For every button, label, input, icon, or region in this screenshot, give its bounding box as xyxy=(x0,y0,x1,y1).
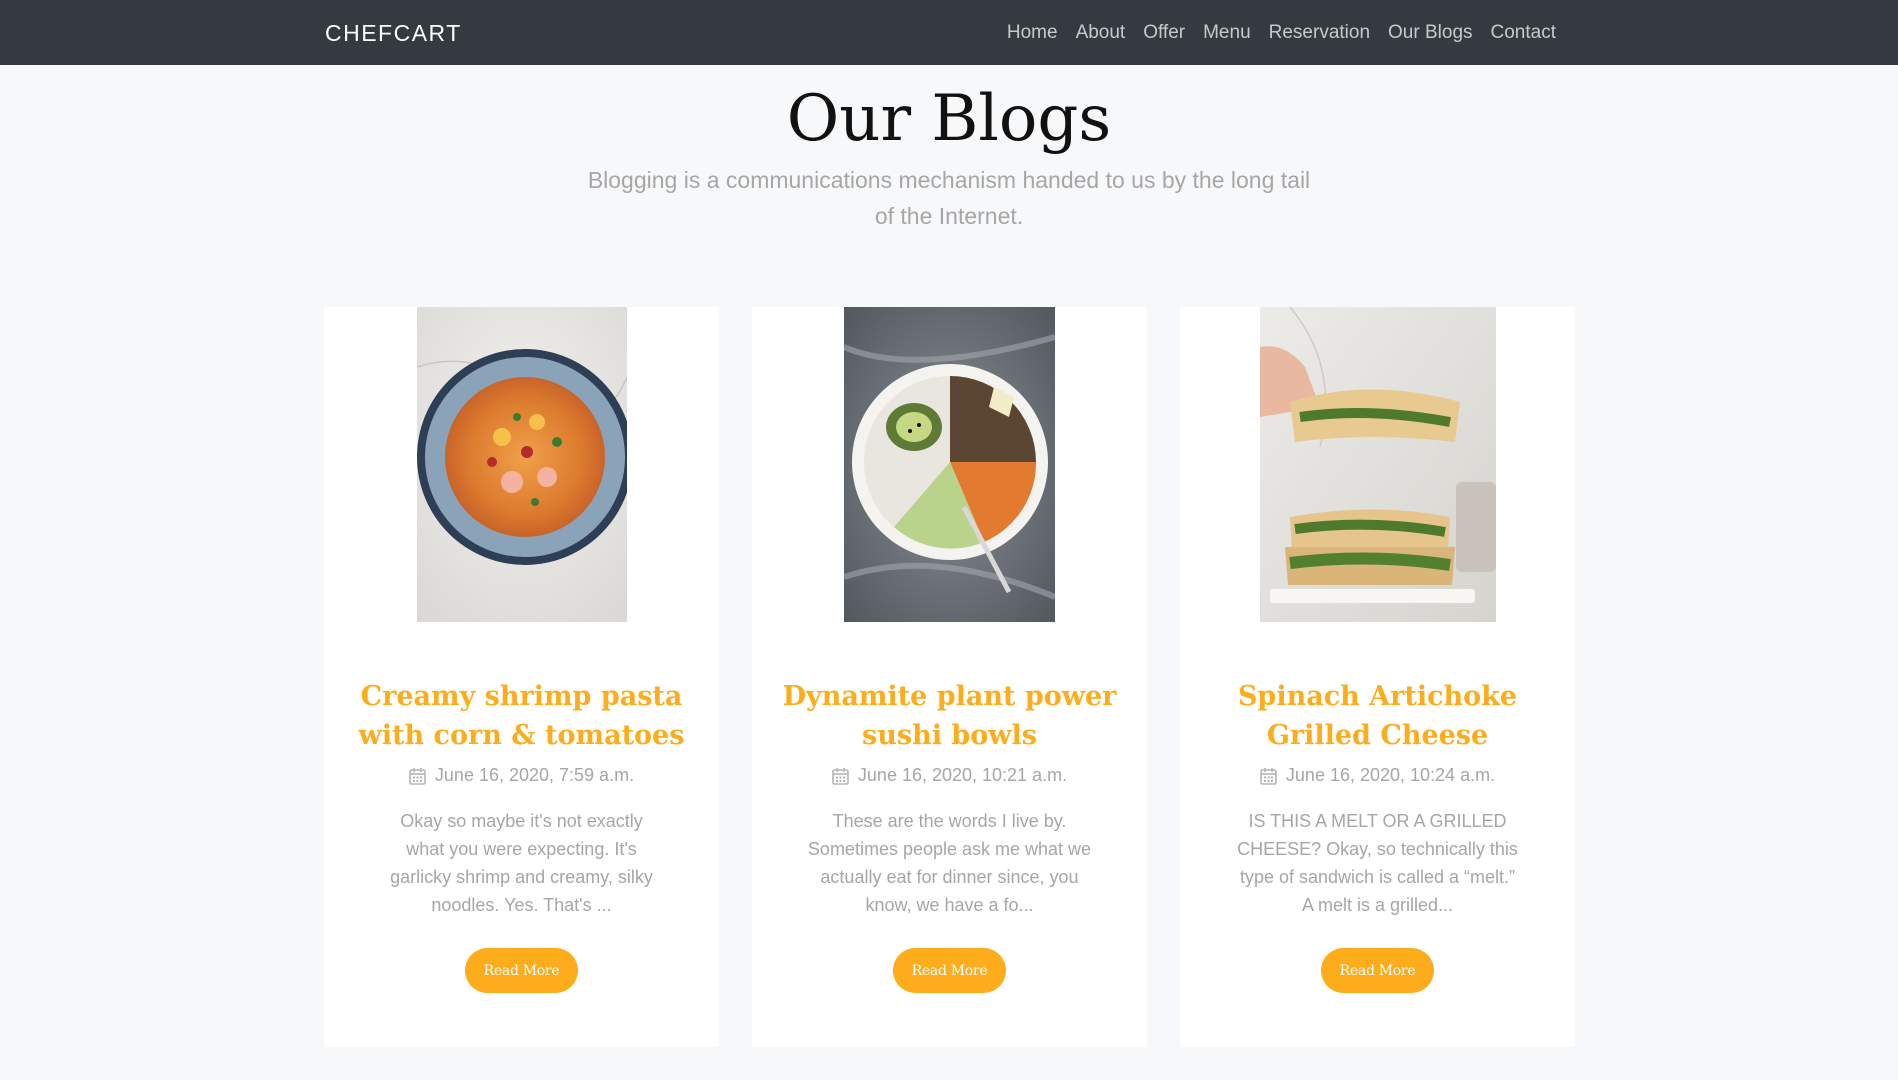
post-date-text: June 16, 2020, 10:21 a.m. xyxy=(857,765,1068,785)
page-title: Our Blogs xyxy=(786,82,1112,156)
blog-card: Creamy shrimp pasta with corn & tomatoes… xyxy=(324,307,719,1047)
blog-card: Spinach Artichoke Grilled Cheese June 16… xyxy=(1180,307,1575,1047)
post-date: June 16, 2020, 7:59 a.m. xyxy=(324,765,719,786)
post-title[interactable]: Spinach Artichoke Grilled Cheese xyxy=(1200,677,1555,755)
grilled-cheese-photo[interactable] xyxy=(1260,307,1496,622)
nav-link-about[interactable]: About xyxy=(1067,22,1135,44)
shrimp-pasta-photo[interactable] xyxy=(417,307,627,622)
post-excerpt: Okay so maybe it's not exactly what you … xyxy=(390,811,653,915)
brand-logo[interactable]: CHEFCART xyxy=(325,20,462,47)
calendar-icon xyxy=(1260,767,1277,785)
nav-link-menu[interactable]: Menu xyxy=(1194,22,1260,44)
blog-card: Dynamite plant power sushi bowls June 16… xyxy=(752,307,1147,1047)
post-excerpt: IS THIS A MELT OR A GRILLED CHEESE? Okay… xyxy=(1237,811,1518,915)
nav-link-contact[interactable]: Contact xyxy=(1482,22,1565,44)
nav-link-home[interactable]: Home xyxy=(998,22,1067,44)
post-date-text: June 16, 2020, 7:59 a.m. xyxy=(434,765,635,785)
post-excerpt: These are the words I live by. Sometimes… xyxy=(807,811,1092,915)
read-more-button[interactable]: Read More xyxy=(1321,948,1434,993)
nav-link-our-blogs[interactable]: Our Blogs xyxy=(1379,22,1481,44)
read-more-button[interactable]: Read More xyxy=(893,948,1006,993)
sushi-bowl-photo[interactable] xyxy=(844,307,1055,622)
calendar-icon xyxy=(409,767,426,785)
blog-cards: Creamy shrimp pasta with corn & tomatoes… xyxy=(324,307,1575,1047)
post-date-text: June 16, 2020, 10:24 a.m. xyxy=(1285,765,1496,785)
post-title[interactable]: Dynamite plant power sushi bowls xyxy=(772,677,1127,755)
nav-links: Home About Offer Menu Reservation Our Bl… xyxy=(998,0,1565,65)
nav-link-offer[interactable]: Offer xyxy=(1134,22,1194,44)
post-title[interactable]: Creamy shrimp pasta with corn & tomatoes xyxy=(344,677,699,755)
nav-link-reservation[interactable]: Reservation xyxy=(1260,22,1379,44)
calendar-icon xyxy=(832,767,849,785)
navbar: CHEFCART Home About Offer Menu Reservati… xyxy=(0,0,1898,65)
post-date: June 16, 2020, 10:21 a.m. xyxy=(752,765,1147,786)
page-subtitle: Blogging is a communications mechanism h… xyxy=(587,167,1311,229)
read-more-button[interactable]: Read More xyxy=(465,948,578,993)
post-date: June 16, 2020, 10:24 a.m. xyxy=(1180,765,1575,786)
